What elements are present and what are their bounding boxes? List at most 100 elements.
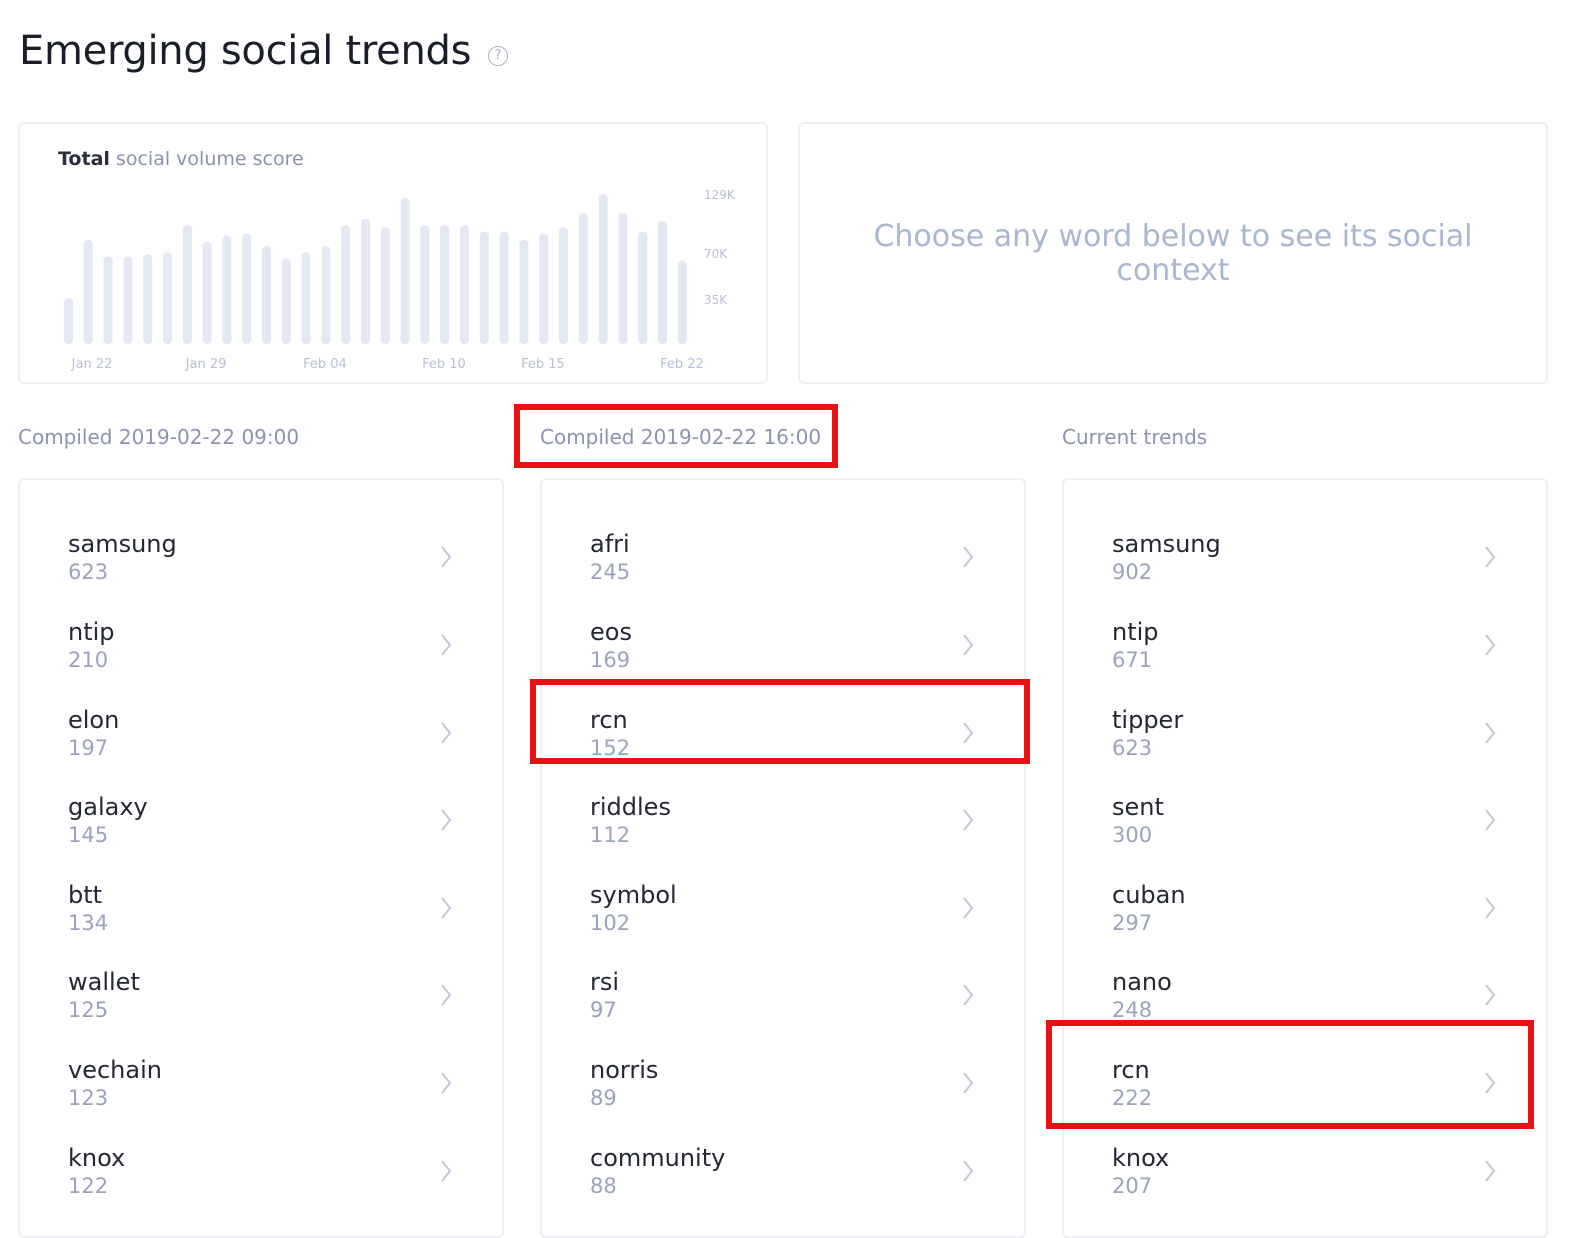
trend-item[interactable]: knox 122 xyxy=(20,1132,502,1220)
trend-item[interactable]: ntip 671 xyxy=(1064,606,1546,694)
trend-word: ntip xyxy=(1112,618,1159,646)
trend-word: knox xyxy=(1112,1144,1170,1172)
chart-bar[interactable] xyxy=(677,260,687,344)
trend-item[interactable]: symbol 102 xyxy=(542,869,1024,957)
chart-bar[interactable] xyxy=(400,198,410,344)
trend-count: 300 xyxy=(1112,823,1153,847)
trend-word: knox xyxy=(68,1144,126,1172)
chart-bar[interactable] xyxy=(361,219,370,344)
trend-count: 88 xyxy=(590,1174,617,1198)
trend-word: galaxy xyxy=(68,793,148,821)
chart-bar[interactable] xyxy=(658,221,667,344)
trend-item[interactable]: btt 134 xyxy=(20,869,502,957)
trend-item[interactable]: vechain 123 xyxy=(20,1044,502,1132)
chevron-right-icon xyxy=(1485,984,1496,1006)
social-volume-bar-chart: Jan 22 Jan 29 Feb 04 Feb 10 Feb 15 Feb 22 129K… xyxy=(64,188,736,372)
x-tick-label: Jan 29 xyxy=(185,357,227,372)
chart-bar[interactable] xyxy=(143,254,153,344)
chart-bar[interactable] xyxy=(262,246,271,344)
chart-bar[interactable] xyxy=(460,225,469,344)
trend-item[interactable]: community 88 xyxy=(542,1132,1024,1220)
chart-bar[interactable] xyxy=(103,256,113,345)
chart-bar[interactable] xyxy=(202,241,212,344)
trend-count: 245 xyxy=(590,560,631,584)
chart-bar[interactable] xyxy=(499,231,509,345)
chart-bar[interactable] xyxy=(281,258,291,344)
trend-count: 122 xyxy=(68,1174,109,1198)
chart-bar[interactable] xyxy=(638,231,648,345)
trend-count: 169 xyxy=(590,648,631,672)
trend-item[interactable]: tipper 623 xyxy=(1064,694,1546,782)
chart-bar[interactable] xyxy=(64,298,73,344)
chart-bar[interactable] xyxy=(618,212,628,344)
trend-word: samsung xyxy=(68,530,177,558)
trend-word: afri xyxy=(590,530,630,558)
trend-item[interactable]: galaxy 145 xyxy=(20,781,502,869)
chart-bar[interactable] xyxy=(242,233,252,344)
chevron-right-icon xyxy=(1485,897,1496,919)
trend-item[interactable]: rcn 222 xyxy=(1064,1044,1546,1132)
trend-item[interactable]: eos 169 xyxy=(542,606,1024,694)
column-label-compiled-0900: Compiled 2019-02-22 09:00 xyxy=(18,425,300,449)
trend-list-current: samsung 902 ntip 671 tipper 623 sent 300 cuban 29… xyxy=(1062,478,1548,1238)
question-circle-icon[interactable]: ? xyxy=(488,46,508,66)
y-tick-label: 129K xyxy=(704,188,736,202)
chart-bar[interactable] xyxy=(440,225,450,344)
trend-item[interactable]: cuban 297 xyxy=(1064,869,1546,957)
trend-item[interactable]: ntip 210 xyxy=(20,606,502,694)
x-tick-label: Feb 22 xyxy=(660,357,704,372)
chevron-right-icon xyxy=(1485,634,1496,656)
trend-word: cuban xyxy=(1112,881,1186,909)
trend-count: 623 xyxy=(1112,736,1153,760)
chart-bar[interactable] xyxy=(83,239,93,344)
trend-word: samsung xyxy=(1112,530,1221,558)
chevron-right-icon xyxy=(1485,809,1496,831)
trend-word: rsi xyxy=(590,968,620,996)
trend-item[interactable]: norris 89 xyxy=(542,1044,1024,1132)
chart-bar[interactable] xyxy=(519,239,529,344)
trend-count: 210 xyxy=(68,648,109,672)
trend-count: 248 xyxy=(1112,998,1153,1022)
chart-bar[interactable] xyxy=(163,252,172,344)
x-tick-label: Feb 15 xyxy=(521,357,565,372)
chart-bar[interactable] xyxy=(539,233,549,344)
trend-item[interactable]: samsung 902 xyxy=(1064,518,1546,606)
x-tick-label: Jan 22 xyxy=(71,357,113,372)
trend-count: 134 xyxy=(68,911,109,935)
trend-word: btt xyxy=(68,881,103,909)
trend-item[interactable]: wallet 125 xyxy=(20,956,502,1044)
chevron-right-icon xyxy=(441,546,452,568)
trend-count: 222 xyxy=(1112,1086,1153,1110)
trend-item[interactable]: samsung 623 xyxy=(20,518,502,606)
chart-bar[interactable] xyxy=(222,235,232,344)
chart-bar[interactable] xyxy=(578,212,588,344)
column-label-compiled-1600: Compiled 2019-02-22 16:00 xyxy=(540,425,822,449)
chart-bar[interactable] xyxy=(182,225,192,344)
chart-bar[interactable] xyxy=(559,227,568,344)
chart-bar[interactable] xyxy=(380,227,390,344)
trend-list-compiled-1600: afri 245 eos 169 rcn 152 riddles 112 symbol 102 rs… xyxy=(540,478,1026,1238)
trend-word: nano xyxy=(1112,968,1172,996)
chart-bar[interactable] xyxy=(341,225,351,344)
chart-bar[interactable] xyxy=(598,194,608,344)
page-title: Emerging social trends xyxy=(19,28,472,74)
trend-item[interactable]: rcn 152 xyxy=(542,694,1024,782)
chart-bar[interactable] xyxy=(420,225,430,344)
trend-count: 102 xyxy=(590,911,631,935)
trend-word: rcn xyxy=(1112,1056,1150,1084)
chart-bar[interactable] xyxy=(123,256,133,345)
trend-item[interactable]: knox 207 xyxy=(1064,1132,1546,1220)
trend-item[interactable]: rsi 97 xyxy=(542,956,1024,1044)
chart-bar[interactable] xyxy=(321,246,331,344)
trend-count: 197 xyxy=(68,736,109,760)
chart-bar[interactable] xyxy=(479,231,489,345)
chevron-right-icon xyxy=(963,722,974,744)
chart-bar[interactable] xyxy=(301,252,311,344)
trend-item[interactable]: riddles 112 xyxy=(542,781,1024,869)
trend-item[interactable]: elon 197 xyxy=(20,694,502,782)
trend-item[interactable]: sent 300 xyxy=(1064,781,1546,869)
chevron-right-icon xyxy=(963,634,974,656)
trend-item[interactable]: afri 245 xyxy=(542,518,1024,606)
chevron-right-icon xyxy=(441,1072,452,1094)
trend-item[interactable]: nano 248 xyxy=(1064,956,1546,1044)
